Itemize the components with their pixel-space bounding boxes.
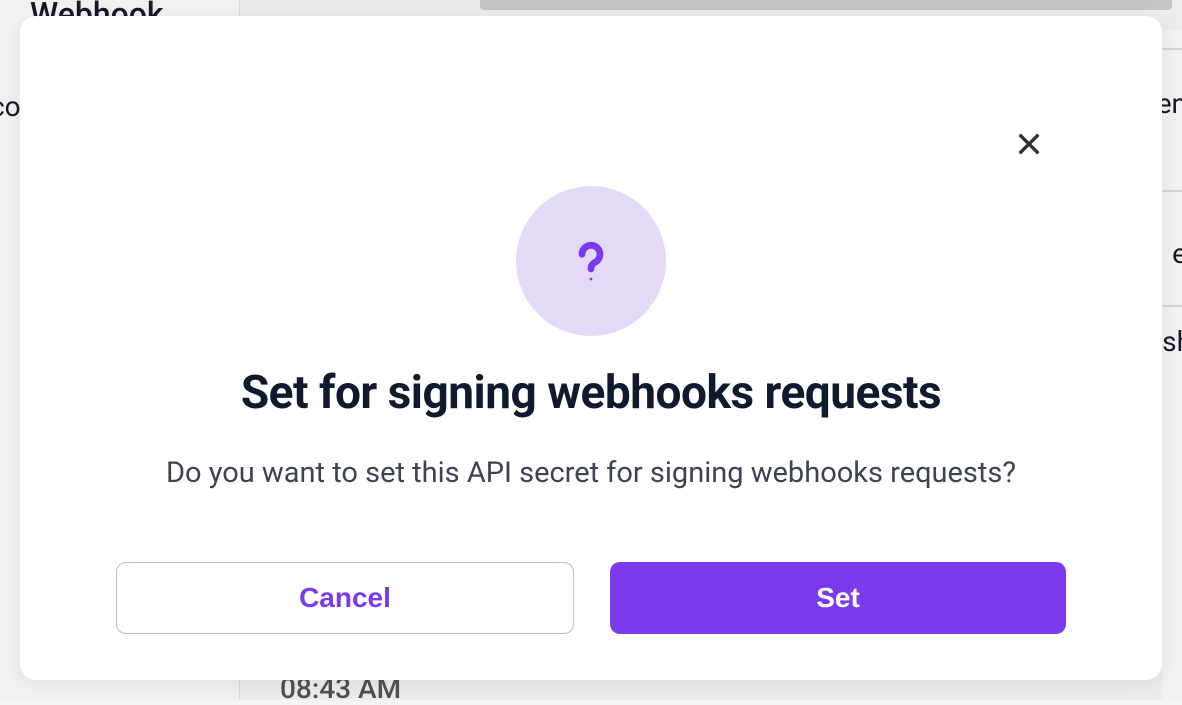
close-icon: [1013, 128, 1045, 160]
modal-description: Do you want to set this API secret for s…: [60, 456, 1122, 490]
question-mark-icon: [564, 234, 618, 288]
modal-button-row: Cancel Set: [60, 562, 1122, 634]
modal-icon-circle: [516, 186, 666, 336]
set-button[interactable]: Set: [610, 562, 1066, 634]
modal-title: Set for signing webhooks requests: [60, 366, 1122, 420]
cancel-button[interactable]: Cancel: [116, 562, 574, 634]
confirmation-modal: Set for signing webhooks requests Do you…: [20, 16, 1162, 680]
close-button[interactable]: [1011, 126, 1047, 162]
